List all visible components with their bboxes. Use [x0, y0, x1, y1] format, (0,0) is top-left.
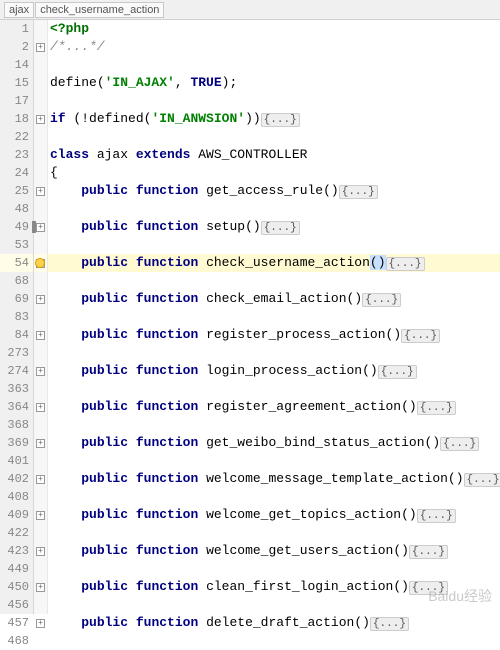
line-number: 274: [0, 362, 33, 380]
code-line[interactable]: [48, 56, 500, 74]
line-number: 369: [0, 434, 33, 452]
line-number: 23: [0, 146, 33, 164]
line-number: 368: [0, 416, 33, 434]
bookmark-icon[interactable]: [32, 221, 36, 233]
line-number: 15: [0, 74, 33, 92]
code-line[interactable]: public function setup(){...}: [48, 218, 500, 236]
code-area[interactable]: <?php /*...*/ define('IN_AJAX', TRUE); i…: [48, 20, 500, 614]
code-line[interactable]: [48, 200, 500, 218]
line-number: 54: [0, 254, 33, 272]
code-line[interactable]: [48, 596, 500, 614]
line-number: 450: [0, 578, 33, 596]
code-line[interactable]: [48, 524, 500, 542]
code-line[interactable]: [48, 128, 500, 146]
code-line[interactable]: define('IN_AJAX', TRUE);: [48, 74, 500, 92]
line-number: 25: [0, 182, 33, 200]
code-line[interactable]: [48, 380, 500, 398]
code-editor[interactable]: 1 2 14 15 17 18 22 23 24 25 48 49 53 54 …: [0, 20, 500, 614]
code-line[interactable]: [48, 92, 500, 110]
code-line[interactable]: public function welcome_get_topics_actio…: [48, 506, 500, 524]
fold-toggle-icon[interactable]: +: [36, 115, 45, 124]
code-line[interactable]: public function register_process_action(…: [48, 326, 500, 344]
code-line[interactable]: if (!defined('IN_ANWSION')){...}: [48, 110, 500, 128]
fold-toggle-icon[interactable]: +: [36, 295, 45, 304]
line-number: 17: [0, 92, 33, 110]
fold-toggle-icon[interactable]: +: [36, 475, 45, 484]
code-line[interactable]: public function login_process_action(){.…: [48, 362, 500, 380]
code-line[interactable]: public function get_access_rule(){...}: [48, 182, 500, 200]
code-line[interactable]: [48, 452, 500, 470]
line-number: 423: [0, 542, 33, 560]
code-line[interactable]: {: [48, 164, 500, 182]
line-number: 449: [0, 560, 33, 578]
code-line[interactable]: [48, 308, 500, 326]
code-line[interactable]: [48, 416, 500, 434]
line-number: 408: [0, 488, 33, 506]
line-number: 1: [0, 20, 33, 38]
code-line[interactable]: [48, 236, 500, 254]
code-line[interactable]: [48, 560, 500, 578]
code-line[interactable]: public function delete_draft_action(){..…: [48, 614, 500, 632]
lightbulb-icon[interactable]: [35, 258, 45, 268]
line-number: 49: [0, 218, 33, 236]
code-line[interactable]: /*...*/: [48, 38, 500, 56]
line-number: 53: [0, 236, 33, 254]
line-number: 14: [0, 56, 33, 74]
code-line[interactable]: [48, 488, 500, 506]
fold-toggle-icon[interactable]: +: [36, 223, 45, 232]
line-number: 84: [0, 326, 33, 344]
code-line[interactable]: public function get_weibo_bind_status_ac…: [48, 434, 500, 452]
code-line[interactable]: public function welcome_message_template…: [48, 470, 500, 488]
line-number: 48: [0, 200, 33, 218]
line-number: 402: [0, 470, 33, 488]
code-line[interactable]: public function welcome_get_users_action…: [48, 542, 500, 560]
fold-toggle-icon[interactable]: +: [36, 511, 45, 520]
fold-toggle-icon[interactable]: +: [36, 403, 45, 412]
code-line[interactable]: [48, 344, 500, 362]
breadcrumb-method[interactable]: check_username_action: [35, 2, 164, 18]
code-line[interactable]: public function check_email_action(){...…: [48, 290, 500, 308]
line-number: 409: [0, 506, 33, 524]
line-number: 363: [0, 380, 33, 398]
fold-toggle-icon[interactable]: +: [36, 439, 45, 448]
line-number: 83: [0, 308, 33, 326]
breadcrumb-class[interactable]: ajax: [4, 2, 34, 18]
line-number: 364: [0, 398, 33, 416]
line-number: 456: [0, 596, 33, 614]
line-number: 69: [0, 290, 33, 308]
fold-toggle-icon[interactable]: +: [36, 43, 45, 52]
line-number: 68: [0, 272, 33, 290]
line-number-gutter: 1 2 14 15 17 18 22 23 24 25 48 49 53 54 …: [0, 20, 34, 614]
fold-toggle-icon[interactable]: +: [36, 367, 45, 376]
line-number: 273: [0, 344, 33, 362]
code-line[interactable]: class ajax extends AWS_CONTROLLER: [48, 146, 500, 164]
line-number: 2: [0, 38, 33, 56]
line-number: 468: [0, 632, 33, 650]
fold-toggle-icon[interactable]: +: [36, 187, 45, 196]
line-number: 457: [0, 614, 33, 632]
fold-toggle-icon[interactable]: +: [36, 619, 45, 628]
code-line-active[interactable]: public function check_username_action(){…: [48, 254, 500, 272]
fold-toggle-icon[interactable]: +: [36, 547, 45, 556]
line-number: 401: [0, 452, 33, 470]
line-number: 22: [0, 128, 33, 146]
breadcrumb: ajax check_username_action: [0, 0, 500, 20]
fold-gutter: + + + + + + + + + + + + + + +: [34, 20, 48, 614]
code-line[interactable]: public function register_agreement_actio…: [48, 398, 500, 416]
code-line[interactable]: <?php: [48, 20, 500, 38]
line-number: 18: [0, 110, 33, 128]
fold-toggle-icon[interactable]: +: [36, 583, 45, 592]
fold-toggle-icon[interactable]: +: [36, 331, 45, 340]
line-number: 422: [0, 524, 33, 542]
code-line[interactable]: [48, 272, 500, 290]
code-line[interactable]: public function clean_first_login_action…: [48, 578, 500, 596]
line-number: 24: [0, 164, 33, 182]
code-line[interactable]: [48, 632, 500, 650]
